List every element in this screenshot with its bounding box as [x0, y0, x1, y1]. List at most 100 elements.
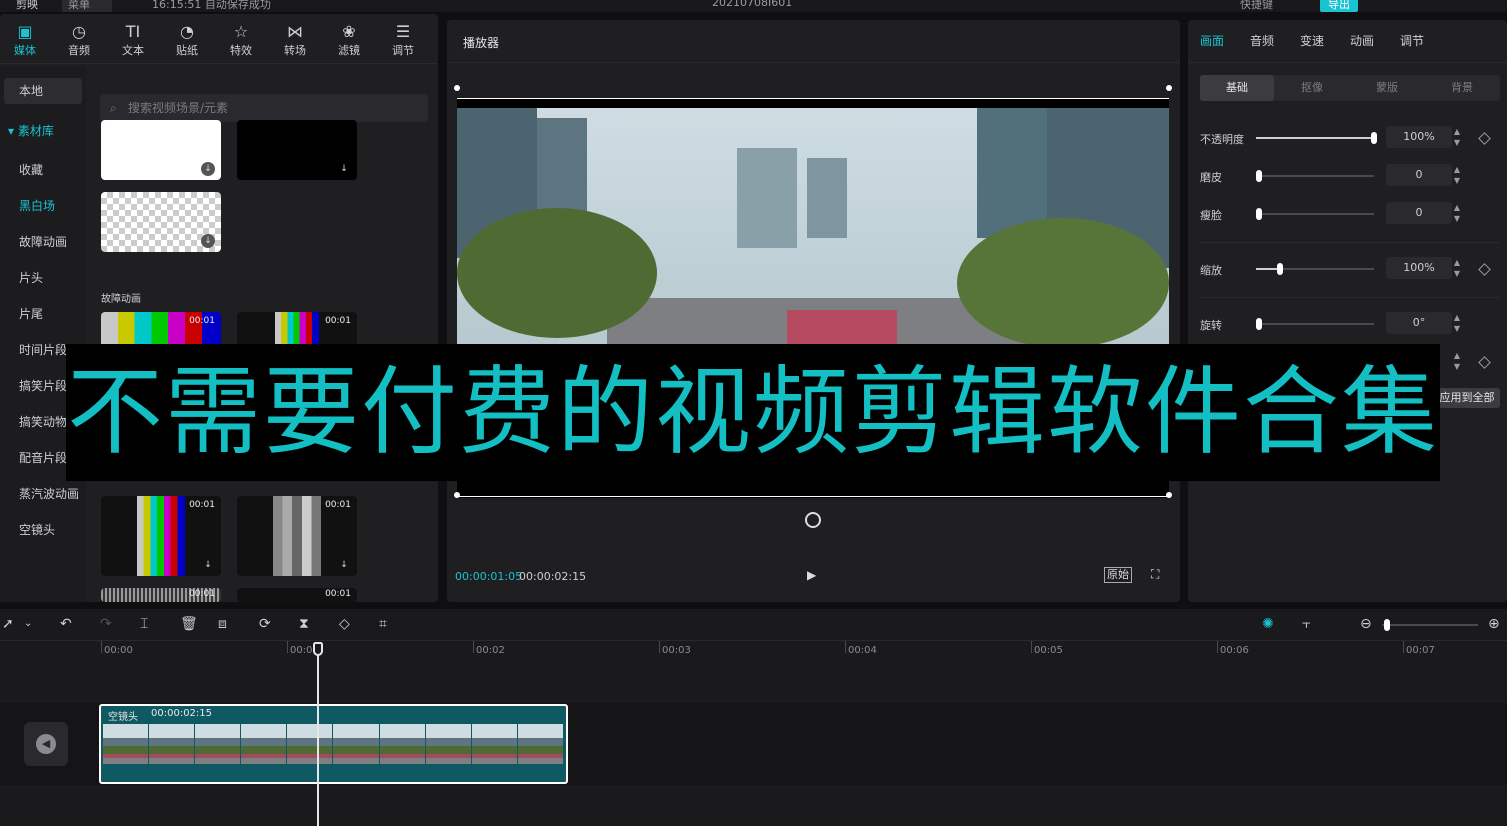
crop-handle[interactable]	[1166, 85, 1172, 91]
nav-intro[interactable]: 片头	[4, 265, 82, 291]
slider-knob[interactable]	[1256, 318, 1262, 330]
mirror-icon[interactable]: ⧗	[299, 616, 309, 632]
rotate-value[interactable]: 0°	[1386, 312, 1452, 334]
download-icon[interactable]: ↓	[201, 234, 215, 248]
rotate-icon[interactable]	[805, 512, 821, 528]
download-icon[interactable]: ↓	[337, 162, 351, 176]
thumb-glitch-5[interactable]: 00:01	[101, 588, 221, 602]
slider-knob[interactable]	[1277, 263, 1283, 275]
tab-effects[interactable]: ☆ 特效	[216, 22, 266, 58]
undo-icon[interactable]: ↶	[60, 616, 72, 632]
tab-speed[interactable]: 变速	[1300, 32, 1324, 49]
keyframe-icon[interactable]	[1478, 132, 1491, 145]
shortcut-button[interactable]: 快捷键	[1240, 0, 1273, 12]
nav-vaporwave[interactable]: 蒸汽波动画	[4, 481, 82, 507]
thumb-glitch-6[interactable]: 00:01	[237, 588, 357, 602]
tab-filter[interactable]: ❀ 滤镜	[324, 22, 374, 58]
menu-button[interactable]: 菜单	[62, 0, 112, 12]
tab-transition[interactable]: ⋈ 转场	[270, 22, 320, 58]
download-icon[interactable]: ↓	[201, 558, 215, 572]
redo-icon[interactable]: ↷	[100, 616, 112, 632]
ruler-label: 00:02	[476, 645, 505, 656]
crop-handle[interactable]	[454, 85, 460, 91]
export-button[interactable]: 导出	[1320, 0, 1358, 12]
tab-picture[interactable]: 画面	[1200, 32, 1224, 49]
playhead-handle[interactable]	[313, 642, 323, 656]
stepper-icon[interactable]: ▲ ▼	[1450, 126, 1464, 148]
nav-outro[interactable]: 片尾	[4, 301, 82, 327]
thumb-transparent[interactable]: ↓	[101, 192, 221, 252]
slim-face-value[interactable]: 0	[1386, 202, 1452, 224]
subtab-basic[interactable]: 基础	[1200, 75, 1274, 101]
slider-knob[interactable]	[1371, 132, 1377, 144]
crop-handle[interactable]	[454, 492, 460, 498]
crop-icon[interactable]: ⌗	[379, 616, 387, 632]
thumb-glitch-4[interactable]: 00:01 ↓	[237, 496, 357, 576]
keyframe-icon[interactable]	[1478, 356, 1491, 369]
nav-glitch[interactable]: 故障动画	[4, 229, 82, 255]
rotate-tool-icon[interactable]: ◇	[339, 616, 350, 632]
tab-adjust-props[interactable]: 调节	[1400, 32, 1424, 49]
slider-knob[interactable]	[1256, 208, 1262, 220]
split-icon[interactable]: ⌶	[140, 616, 148, 632]
subtab-cutout[interactable]: 抠像	[1275, 75, 1349, 101]
stepper-icon[interactable]: ▲ ▼	[1450, 312, 1464, 334]
stepper-icon[interactable]: ▲ ▼	[1450, 164, 1464, 186]
stepper-icon[interactable]: ▲ ▼	[1450, 350, 1464, 372]
ruler-tick	[473, 641, 474, 653]
slim-face-slider[interactable]	[1256, 208, 1374, 220]
opacity-slider[interactable]	[1256, 132, 1377, 144]
thumb-white[interactable]: ↓	[101, 120, 221, 180]
video-clip[interactable]: 空镜头 00:00:02:15	[99, 704, 568, 784]
play-icon[interactable]: ▶	[807, 568, 821, 582]
link-icon[interactable]: ⫟	[1302, 616, 1310, 632]
nav-empty-shot[interactable]: 空镜头	[4, 517, 82, 543]
nav-black-white[interactable]: 黑白场	[4, 193, 82, 219]
nav-local[interactable]: 本地	[4, 78, 82, 104]
apply-all-button[interactable]: 应用到全部	[1434, 388, 1500, 408]
stepper-icon[interactable]: ▲ ▼	[1450, 202, 1464, 224]
download-icon[interactable]: ↓	[337, 558, 351, 572]
nav-library[interactable]: ▾ 素材库	[4, 118, 82, 144]
select-cursor-icon[interactable]: ➚	[2, 616, 14, 632]
tab-sticker[interactable]: ◔ 贴纸	[162, 22, 212, 58]
subtab-background[interactable]: 背景	[1425, 75, 1499, 101]
stepper-icon[interactable]: ▲ ▼	[1450, 257, 1464, 279]
snap-icon[interactable]: ✺	[1262, 616, 1274, 632]
zoom-out-icon[interactable]: ⊖	[1360, 616, 1372, 632]
playhead[interactable]	[317, 642, 319, 826]
download-icon[interactable]: ↓	[201, 162, 215, 176]
zoom-slider[interactable]	[1382, 619, 1478, 631]
fullscreen-icon[interactable]: ⛶	[1151, 567, 1159, 582]
search-input[interactable]: 搜索视频场景/元素	[100, 94, 428, 122]
tab-media[interactable]: ▣ 媒体	[0, 22, 50, 58]
thumb-glitch-3[interactable]: 00:01 ↓	[101, 496, 221, 576]
tab-text[interactable]: TI 文本	[108, 22, 158, 58]
scale-slider[interactable]	[1256, 263, 1374, 275]
smooth-slider[interactable]	[1256, 170, 1374, 182]
subtab-mask[interactable]: 蒙版	[1350, 75, 1424, 101]
delete-icon[interactable]: 🗑	[180, 616, 198, 632]
zoom-in-icon[interactable]: ⊕	[1488, 616, 1500, 632]
smooth-value[interactable]: 0	[1386, 164, 1452, 186]
tab-adjust[interactable]: ☰ 调节	[378, 22, 428, 58]
freeze-icon[interactable]: ⧈	[218, 616, 227, 632]
clip-frame	[517, 724, 563, 764]
keyframe-icon[interactable]	[1478, 263, 1491, 276]
slider-knob[interactable]	[1256, 170, 1262, 182]
crop-handle[interactable]	[1166, 492, 1172, 498]
time-ruler[interactable]: 00:00 00:01 00:02 00:03 00:04 00:05 00:0…	[0, 641, 1507, 665]
tab-audio-props[interactable]: 音频	[1250, 32, 1274, 49]
tab-animation[interactable]: 动画	[1350, 32, 1374, 49]
nav-favorites[interactable]: 收藏	[4, 157, 82, 183]
opacity-value[interactable]: 100%	[1386, 126, 1452, 148]
scale-value[interactable]: 100%	[1386, 257, 1452, 279]
chevron-down-icon[interactable]: ⌄	[24, 616, 32, 632]
rotate-slider[interactable]	[1256, 318, 1374, 330]
original-ratio-button[interactable]: 原始	[1104, 567, 1132, 583]
reverse-icon[interactable]: ⟳	[259, 616, 271, 632]
thumb-black[interactable]: ↓	[237, 120, 357, 180]
mute-track-button[interactable]: ◀	[24, 722, 68, 766]
tab-audio[interactable]: ◷ 音频	[54, 22, 104, 58]
slider-knob[interactable]	[1384, 619, 1390, 631]
